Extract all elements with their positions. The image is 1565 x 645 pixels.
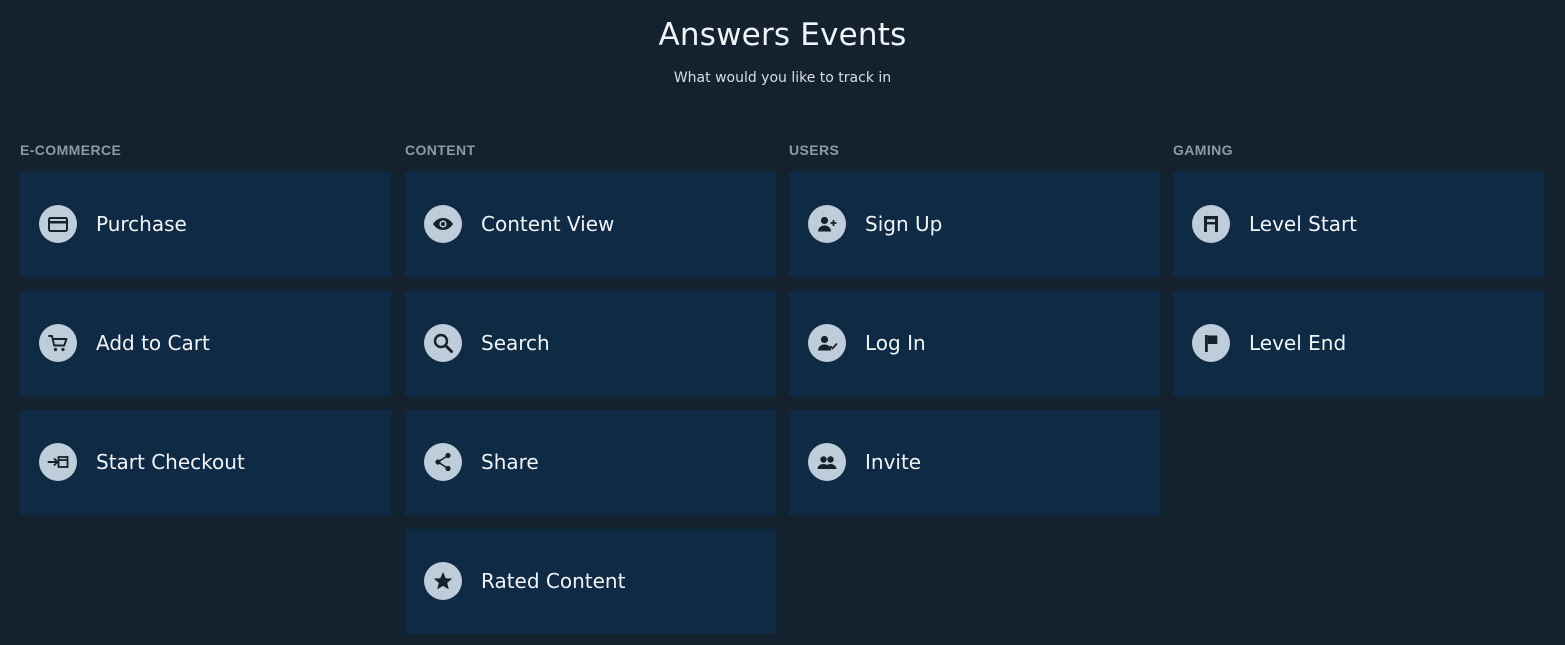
- column-content: CONTENT Content View Search Share Rated …: [405, 142, 776, 645]
- event-card-label: Share: [481, 450, 539, 474]
- checkout-icon: [39, 443, 77, 481]
- answers-events-page: Answers Events What would you like to tr…: [0, 0, 1565, 645]
- eye-icon: [424, 205, 462, 243]
- event-card-label: Level Start: [1249, 212, 1358, 236]
- event-card-label: Purchase: [96, 212, 187, 236]
- page-title: Answers Events: [658, 17, 907, 53]
- column-gaming: GAMING Level Start Level End: [1173, 142, 1544, 410]
- event-card-label: Add to Cart: [96, 331, 210, 355]
- event-card-label: Log In: [865, 331, 926, 355]
- event-card-share[interactable]: Share: [405, 410, 776, 515]
- event-card-content-view[interactable]: Content View: [405, 172, 776, 277]
- user-check-icon: [808, 324, 846, 362]
- column-heading-users: USERS: [789, 142, 840, 158]
- share-icon: [424, 443, 462, 481]
- flag-icon: [1192, 324, 1230, 362]
- event-card-label: Invite: [865, 450, 922, 474]
- level-start-icon: [1192, 205, 1230, 243]
- event-card-search[interactable]: Search: [405, 291, 776, 396]
- user-plus-icon: [808, 205, 846, 243]
- event-card-label: Search: [481, 331, 550, 355]
- event-card-level-end[interactable]: Level End: [1173, 291, 1544, 396]
- event-card-add-to-cart[interactable]: Add to Cart: [20, 291, 391, 396]
- event-card-label: Content View: [481, 212, 615, 236]
- event-card-purchase[interactable]: Purchase: [20, 172, 391, 277]
- event-card-label: Sign Up: [865, 212, 943, 236]
- search-icon: [424, 324, 462, 362]
- event-card-level-start[interactable]: Level Start: [1173, 172, 1544, 277]
- event-card-label: Start Checkout: [96, 450, 245, 474]
- page-subtitle: What would you like to track in: [673, 70, 892, 86]
- column-users: USERS Sign Up Log In Invite: [789, 142, 1160, 529]
- event-card-label: Level End: [1249, 331, 1347, 355]
- event-card-log-in[interactable]: Log In: [789, 291, 1160, 396]
- column-ecommerce: E-COMMERCE Purchase Add to Cart Start Ch…: [20, 142, 391, 529]
- event-card-start-checkout[interactable]: Start Checkout: [20, 410, 391, 515]
- credit-card-icon: [39, 205, 77, 243]
- event-card-invite[interactable]: Invite: [789, 410, 1160, 515]
- column-heading-gaming: GAMING: [1173, 142, 1233, 158]
- event-card-rated-content[interactable]: Rated Content: [405, 529, 776, 634]
- event-card-sign-up[interactable]: Sign Up: [789, 172, 1160, 277]
- column-heading-content: CONTENT: [405, 142, 476, 158]
- cart-icon: [39, 324, 77, 362]
- column-heading-ecommerce: E-COMMERCE: [20, 142, 122, 158]
- event-card-label: Rated Content: [481, 569, 626, 593]
- star-icon: [424, 562, 462, 600]
- users-icon: [808, 443, 846, 481]
